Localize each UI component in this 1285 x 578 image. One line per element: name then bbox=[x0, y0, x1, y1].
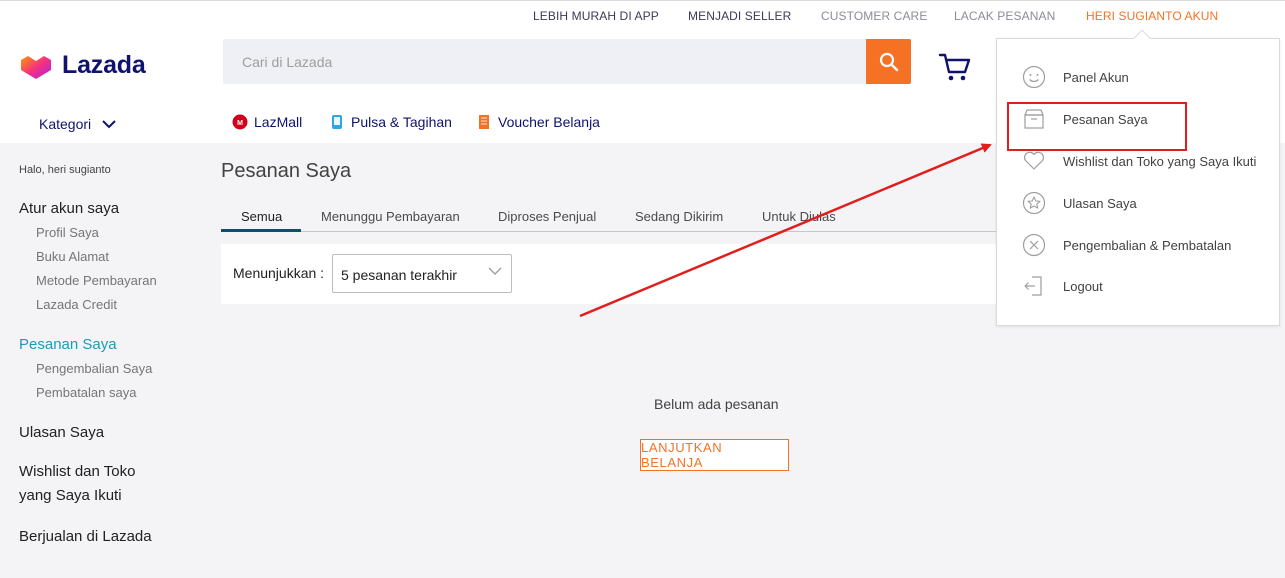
link-seller[interactable]: MENJADI SELLER bbox=[688, 9, 791, 23]
tab-processing[interactable]: Diproses Penjual bbox=[498, 209, 596, 224]
logout-icon bbox=[1021, 273, 1047, 299]
box-icon bbox=[1021, 106, 1047, 132]
sidebar-item-profile[interactable]: Profil Saya bbox=[36, 225, 99, 240]
cart-icon[interactable] bbox=[938, 51, 972, 83]
category-menu[interactable]: Kategori bbox=[39, 116, 116, 132]
continue-shopping-button[interactable]: LANJUTKAN BELANJA bbox=[640, 439, 789, 471]
menu-item-my-orders[interactable]: Pesanan Saya bbox=[1021, 106, 1148, 132]
search-bar bbox=[223, 39, 911, 84]
tab-all[interactable]: Semua bbox=[241, 209, 282, 224]
menu-label: Ulasan Saya bbox=[1063, 195, 1137, 211]
menu-label: Wishlist dan Toko yang Saya Ikuti bbox=[1063, 153, 1257, 169]
filter-label: Menunjukkan : bbox=[233, 265, 325, 281]
menu-label: Panel Akun bbox=[1063, 69, 1129, 85]
quick-link-lazmall[interactable]: M LazMall bbox=[232, 114, 302, 130]
sidebar-item-my-orders[interactable]: Pesanan Saya bbox=[19, 336, 117, 353]
lazmall-icon: M bbox=[232, 114, 248, 130]
cancel-icon bbox=[1021, 232, 1047, 258]
top-utility-bar: LEBIH MURAH DI APP MENJADI SELLER CUSTOM… bbox=[0, 0, 1285, 30]
tab-awaiting-payment[interactable]: Menunggu Pembayaran bbox=[321, 209, 460, 224]
sidebar-item-my-cancellations[interactable]: Pembatalan saya bbox=[36, 385, 136, 400]
chevron-down-icon bbox=[102, 119, 116, 128]
menu-label: Pengembalian & Pembatalan bbox=[1063, 237, 1232, 253]
svg-text:M: M bbox=[237, 120, 243, 127]
link-track-order[interactable]: LACAK PESANAN bbox=[954, 9, 1055, 23]
menu-item-my-reviews[interactable]: Ulasan Saya bbox=[1021, 190, 1137, 216]
menu-item-logout[interactable]: Logout bbox=[1021, 273, 1103, 299]
category-label: Kategori bbox=[39, 116, 92, 132]
sidebar-item-address-book[interactable]: Buku Alamat bbox=[36, 249, 109, 264]
order-filter-bar: Menunjukkan : 5 pesanan terakhir bbox=[221, 244, 1001, 304]
search-button[interactable] bbox=[866, 39, 911, 84]
tab-to-review[interactable]: Untuk Diulas bbox=[762, 209, 836, 224]
page-title: Pesanan Saya bbox=[221, 160, 352, 182]
account-dropdown: Panel Akun Pesanan Saya Wishlist dan Tok… bbox=[996, 38, 1280, 326]
sidebar-item-my-returns[interactable]: Pengembalian Saya bbox=[36, 361, 152, 376]
sidebar-item-wishlist[interactable]: Wishlist dan Toko yang Saya Ikuti bbox=[19, 460, 135, 508]
phone-icon bbox=[332, 115, 342, 129]
menu-label: Logout bbox=[1063, 278, 1103, 294]
wishlist-label-line2: yang Saya Ikuti bbox=[19, 487, 122, 504]
brand-logo[interactable]: Lazada bbox=[19, 51, 146, 80]
link-app[interactable]: LEBIH MURAH DI APP bbox=[533, 9, 659, 23]
menu-item-returns-cancellations[interactable]: Pengembalian & Pembatalan bbox=[1021, 232, 1231, 258]
heart-icon bbox=[1021, 148, 1047, 174]
voucher-icon bbox=[479, 115, 489, 129]
search-input[interactable] bbox=[223, 39, 866, 84]
quick-link-voucher[interactable]: Voucher Belanja bbox=[476, 114, 600, 130]
voucher-label: Voucher Belanja bbox=[498, 114, 600, 130]
search-icon bbox=[879, 52, 898, 71]
brand-name: Lazada bbox=[62, 51, 146, 79]
menu-item-wishlist[interactable]: Wishlist dan Toko yang Saya Ikuti bbox=[1021, 148, 1256, 174]
smiley-icon bbox=[1021, 64, 1047, 90]
order-range-select[interactable]: 5 pesanan terakhir bbox=[332, 254, 512, 293]
tab-shipping[interactable]: Sedang Dikirim bbox=[635, 209, 723, 224]
link-customer-care[interactable]: CUSTOMER CARE bbox=[821, 9, 927, 23]
menu-item-account-panel[interactable]: Panel Akun bbox=[1021, 64, 1129, 90]
wishlist-label-line1: Wishlist dan Toko bbox=[19, 463, 136, 480]
lazada-heart-icon bbox=[21, 55, 51, 79]
sidebar-item-payment-methods[interactable]: Metode Pembayaran bbox=[36, 273, 157, 288]
order-tabs: Semua Menunggu Pembayaran Diproses Penju… bbox=[221, 204, 1001, 232]
active-tab-indicator bbox=[221, 229, 301, 232]
empty-orders-message: Belum ada pesanan bbox=[654, 396, 779, 412]
sidebar-item-manage-account[interactable]: Atur akun saya bbox=[19, 200, 119, 217]
sidebar-item-my-reviews[interactable]: Ulasan Saya bbox=[19, 424, 104, 441]
menu-label: Pesanan Saya bbox=[1063, 111, 1148, 127]
chevron-down-icon bbox=[488, 267, 502, 275]
link-account[interactable]: HERI SUGIANTO AKUN bbox=[1086, 9, 1218, 23]
order-range-value: 5 pesanan terakhir bbox=[341, 267, 457, 283]
lazmall-label: LazMall bbox=[254, 114, 303, 130]
pulsa-label: Pulsa & Tagihan bbox=[351, 114, 452, 130]
sidebar-item-sell[interactable]: Berjualan di Lazada bbox=[19, 528, 152, 545]
quick-link-pulsa[interactable]: Pulsa & Tagihan bbox=[329, 114, 452, 130]
star-icon bbox=[1021, 190, 1047, 216]
sidebar-item-lazada-credit[interactable]: Lazada Credit bbox=[36, 297, 117, 312]
sidebar-greeting: Halo, heri sugianto bbox=[19, 164, 111, 176]
